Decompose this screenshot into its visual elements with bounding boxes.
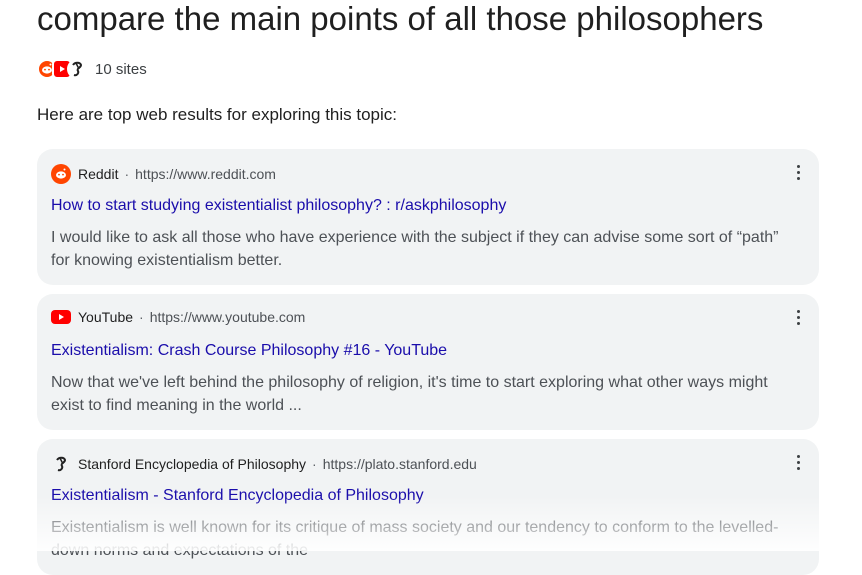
youtube-icon bbox=[51, 310, 71, 324]
sites-count: 10 sites bbox=[95, 60, 147, 78]
intro-text: Here are top web results for exploring t… bbox=[37, 105, 398, 124]
reddit-icon bbox=[51, 164, 71, 184]
sources-summary[interactable]: 10 sites bbox=[37, 58, 147, 80]
source-url: https://plato.stanford.edu bbox=[322, 456, 477, 472]
separator: · bbox=[124, 166, 130, 182]
separator: · bbox=[312, 456, 317, 472]
source-url: https://www.youtube.com bbox=[149, 309, 306, 325]
source-name: Reddit bbox=[78, 166, 119, 182]
result-title-link[interactable]: How to start studying existentialist phi… bbox=[51, 197, 506, 215]
separator: · bbox=[139, 309, 144, 325]
result-snippet: I would like to ask all those who have e… bbox=[51, 229, 779, 269]
more-options-icon[interactable] bbox=[791, 307, 805, 327]
source-favicons bbox=[37, 59, 87, 79]
result-snippet: Now that we've left behind the philosoph… bbox=[51, 374, 768, 414]
result-source: YouTube · https://www.youtube.com bbox=[51, 309, 305, 325]
stanford-encyclopedia-icon bbox=[51, 454, 71, 474]
query-heading: compare the main points of all those phi… bbox=[37, 0, 764, 37]
source-url: https://www.reddit.com bbox=[135, 166, 276, 182]
more-options-icon[interactable] bbox=[791, 452, 805, 472]
result-source: Reddit · https://www.reddit.com bbox=[51, 164, 276, 184]
result-title-link[interactable]: Existentialism: Crash Course Philosophy … bbox=[51, 342, 447, 360]
source-name: Stanford Encyclopedia of Philosophy bbox=[78, 456, 307, 472]
result-source: Stanford Encyclopedia of Philosophy · ht… bbox=[51, 454, 477, 474]
source-name: YouTube bbox=[78, 309, 134, 325]
result-card[interactable]: Reddit · https://www.reddit.com How to s… bbox=[37, 149, 819, 285]
more-options-icon[interactable] bbox=[791, 162, 805, 182]
result-card[interactable]: YouTube · https://www.youtube.com Existe… bbox=[37, 294, 819, 430]
stanford-encyclopedia-icon bbox=[67, 59, 87, 79]
bottom-fade-overlay bbox=[0, 496, 862, 551]
